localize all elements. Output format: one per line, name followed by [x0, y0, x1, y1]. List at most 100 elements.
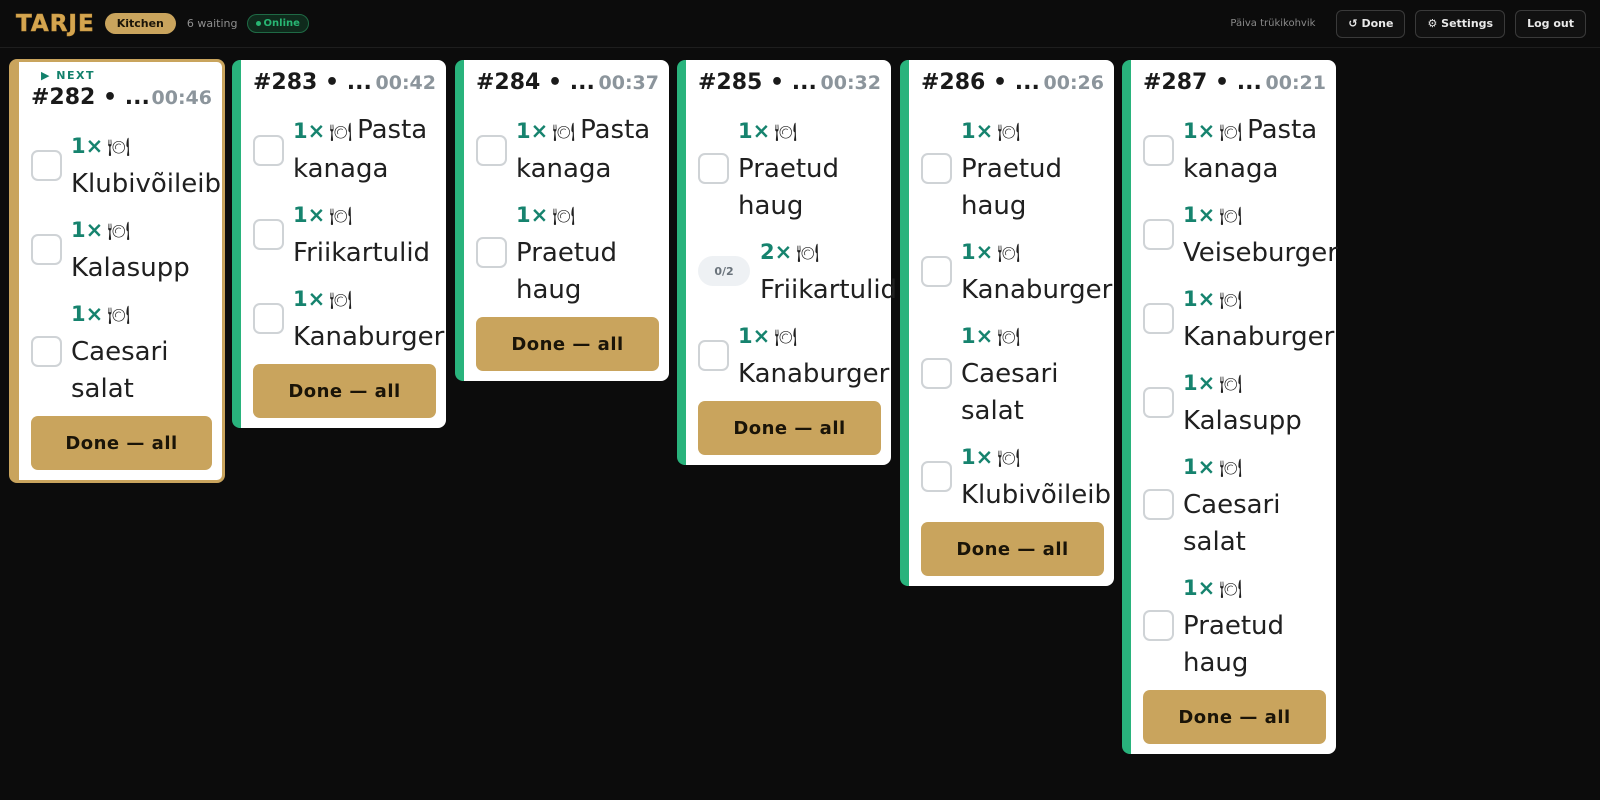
- item-text: 1× 🍽 Kanaburger: [293, 280, 444, 356]
- item-text: 1× 🍽 Praetud haug: [1183, 569, 1326, 682]
- item-checkbox[interactable]: [1143, 218, 1174, 250]
- order-number: #287 • ...: [1143, 70, 1262, 95]
- plate-icon: 🍽: [997, 122, 1021, 143]
- item-text: 1× 🍽 Caesari salat: [961, 317, 1104, 430]
- item-checkbox[interactable]: [31, 149, 62, 181]
- order-item: 1× 🍽 Pasta kanaga: [476, 112, 659, 188]
- item-checkbox[interactable]: [253, 218, 284, 250]
- plate-icon: 🍽: [1219, 290, 1243, 311]
- logout-button[interactable]: Log out: [1515, 9, 1586, 38]
- item-quantity: 1×: [1183, 203, 1216, 227]
- done-all-button[interactable]: Done — all: [253, 364, 436, 418]
- plate-icon: 🍽: [774, 122, 798, 143]
- plate-icon: 🍽: [107, 221, 131, 242]
- item-quantity: 1×: [71, 302, 104, 326]
- item-name: Kanaburger: [961, 275, 1113, 305]
- item-checkbox[interactable]: [921, 460, 952, 492]
- order-timer: 00:26: [1043, 72, 1104, 94]
- item-checkbox[interactable]: [253, 134, 284, 166]
- item-checkbox[interactable]: [921, 153, 952, 184]
- order-item: 1× 🍽 Praetud haug: [921, 112, 1104, 225]
- app-logo: TARJE: [16, 10, 95, 37]
- plate-icon: 🍽: [1219, 374, 1243, 395]
- order-card: #286 • ... 00:26 1× 🍽Praetud haug 1× 🍽Kanab…: [900, 60, 1114, 586]
- item-quantity: 1×: [1183, 455, 1216, 479]
- item-text: 1× 🍽 Kanaburger: [961, 233, 1112, 309]
- plate-icon: 🍽: [1219, 458, 1243, 479]
- done-all-button[interactable]: Done — all: [698, 401, 881, 455]
- order-item: 1× 🍽 Pasta kanaga: [253, 112, 436, 188]
- order-timer: 00:42: [375, 72, 436, 94]
- order-header: #282 • ... 00:46: [31, 85, 212, 119]
- order-number: #283 • ...: [253, 70, 372, 95]
- order-card: ▶ NEXT #282 • ... 00:46 1× 🍽Klubivõileib 1…: [9, 59, 225, 483]
- item-checkbox[interactable]: [1143, 302, 1174, 334]
- item-checkbox[interactable]: [921, 358, 952, 389]
- item-text: 2× 🍽 Friikartulid: [760, 233, 897, 309]
- item-text: 1× 🍽 Kalasupp: [71, 211, 212, 287]
- order-timer: 00:32: [820, 72, 881, 94]
- order-card: #283 • ... 00:42 1× 🍽 Pasta kanaga 1× 🍽Friik…: [232, 60, 446, 428]
- item-quantity: 1×: [738, 324, 771, 348]
- item-quantity: 1×: [516, 119, 549, 143]
- item-text: 1× 🍽 Praetud haug: [738, 112, 881, 225]
- plate-icon: 🍽: [107, 305, 131, 326]
- plate-icon: 🍽: [552, 122, 576, 143]
- order-item: 1× 🍽 Kanaburger: [921, 233, 1112, 309]
- order-items: 1× 🍽 Pasta kanaga 1× 🍽Veiseburger 1× 🍽Kanaburg…: [1143, 112, 1338, 682]
- settings-button[interactable]: ⚙ Settings: [1415, 9, 1506, 38]
- item-checkbox[interactable]: [698, 153, 729, 184]
- order-card: #285 • ... 00:32 1× 🍽Praetud haug 0/2 2× 🍽Fr…: [677, 60, 897, 465]
- done-history-button[interactable]: ↺ Done: [1336, 9, 1406, 38]
- item-text: 1× 🍽 Caesari salat: [1183, 448, 1326, 561]
- plate-icon: 🍽: [552, 206, 576, 227]
- item-checkbox[interactable]: [31, 233, 62, 265]
- item-progress-badge[interactable]: 0/2: [698, 256, 750, 286]
- done-all-button[interactable]: Done — all: [476, 317, 659, 371]
- item-name: Praetud haug: [1183, 611, 1285, 678]
- item-checkbox[interactable]: [476, 237, 507, 268]
- item-quantity: 1×: [1183, 576, 1216, 600]
- plate-icon: 🍽: [796, 243, 820, 264]
- online-status-label: Online: [263, 18, 300, 29]
- done-all-button[interactable]: Done — all: [31, 416, 212, 470]
- order-timer: 00:21: [1265, 72, 1326, 94]
- item-checkbox[interactable]: [1143, 489, 1174, 520]
- item-checkbox[interactable]: [476, 134, 507, 166]
- order-number: #282 • ...: [31, 85, 150, 110]
- item-checkbox[interactable]: [31, 336, 62, 367]
- order-item: 1× 🍽 Praetud haug: [476, 196, 659, 309]
- plate-icon: 🍽: [1219, 206, 1243, 227]
- item-checkbox[interactable]: [1143, 134, 1174, 166]
- order-item: 1× 🍽 Pasta kanaga: [1143, 112, 1326, 188]
- item-name: Kalasupp: [71, 253, 190, 283]
- item-quantity: 1×: [961, 240, 994, 264]
- item-checkbox[interactable]: [253, 302, 284, 334]
- item-name: Caesari salat: [961, 359, 1059, 426]
- item-name: Caesari salat: [1183, 490, 1281, 557]
- order-item: 1× 🍽 Kalasupp: [31, 211, 212, 287]
- item-checkbox[interactable]: [1143, 386, 1174, 418]
- order-item: 1× 🍽 Caesari salat: [31, 295, 212, 408]
- item-text: 1× 🍽 Friikartulid: [293, 196, 436, 272]
- item-checkbox[interactable]: [698, 339, 729, 371]
- item-quantity: 1×: [71, 218, 104, 242]
- item-checkbox[interactable]: [921, 255, 952, 287]
- item-quantity: 1×: [71, 134, 104, 158]
- item-text: 1× 🍽 Klubivõileib: [71, 127, 221, 203]
- station-badge[interactable]: Kitchen: [104, 13, 176, 34]
- order-item: 1× 🍽 Kalasupp: [1143, 364, 1326, 440]
- item-name: Caesari salat: [71, 337, 169, 404]
- item-checkbox[interactable]: [1143, 610, 1174, 641]
- order-number: #284 • ...: [476, 70, 595, 95]
- item-name: Kanaburger: [293, 322, 445, 352]
- plate-icon: 🍽: [329, 122, 353, 143]
- item-name: Kanaburger: [1183, 322, 1335, 352]
- done-all-button[interactable]: Done — all: [921, 522, 1104, 576]
- plate-icon: 🍽: [1219, 122, 1243, 143]
- waiting-count: 6 waiting: [186, 17, 238, 30]
- order-item: 1× 🍽 Praetud haug: [1143, 569, 1326, 682]
- order-header: #284 • ... 00:37: [476, 70, 659, 104]
- done-all-button[interactable]: Done — all: [1143, 690, 1326, 744]
- item-quantity: 1×: [961, 324, 994, 348]
